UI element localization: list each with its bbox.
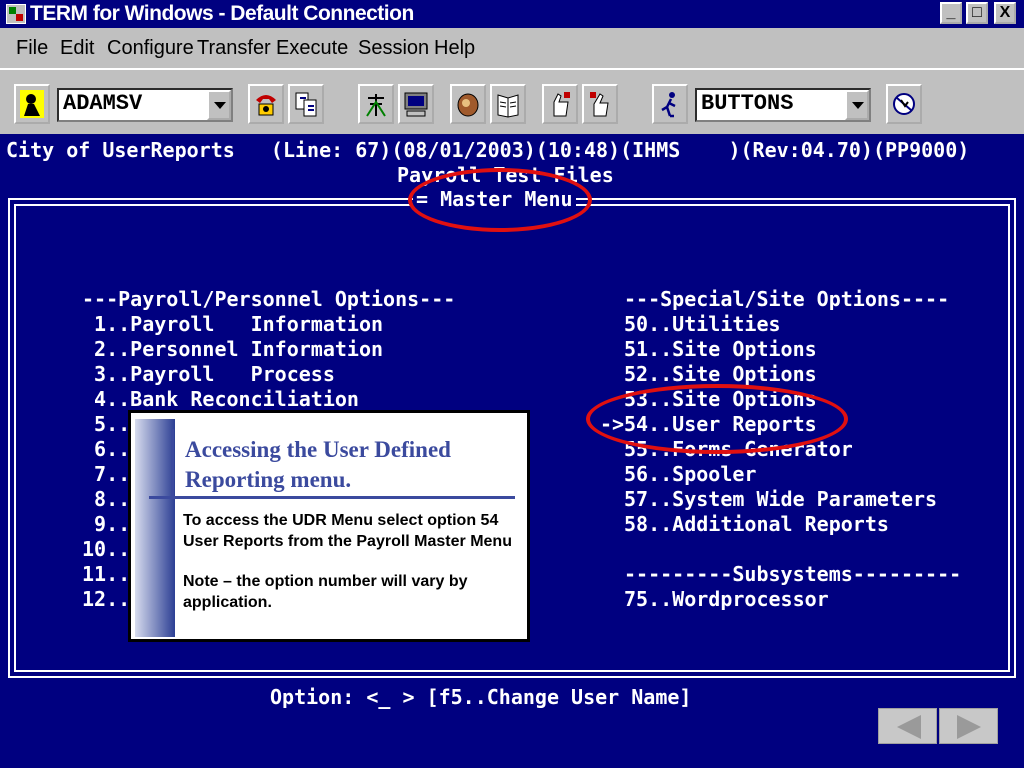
book-icon bbox=[497, 94, 519, 118]
callout-accent-bar bbox=[135, 419, 175, 637]
toolbar: ADAMSV BUTTONS bbox=[0, 68, 1024, 134]
menu-execute[interactable]: Execute bbox=[276, 37, 348, 60]
user-reports-highlight bbox=[586, 384, 848, 454]
menu-configure[interactable]: Configure bbox=[107, 37, 194, 60]
send-button[interactable] bbox=[542, 84, 578, 124]
left-option-1[interactable]: 1..Payroll Information bbox=[82, 312, 383, 336]
master-menu-highlight bbox=[408, 168, 592, 232]
terminal-button[interactable] bbox=[398, 84, 434, 124]
right-options-header: ---Special/Site Options---- bbox=[624, 287, 950, 311]
menu-help[interactable]: Help bbox=[434, 37, 475, 60]
stop-icon bbox=[893, 93, 915, 115]
callout-box: Accessing the User Defined Reporting men… bbox=[128, 410, 530, 642]
next-button[interactable] bbox=[939, 708, 998, 744]
runner-icon bbox=[661, 92, 676, 118]
right-option-52[interactable]: 52..Site Options bbox=[624, 362, 817, 386]
previous-button[interactable] bbox=[878, 708, 937, 744]
user-button[interactable] bbox=[14, 84, 50, 124]
user-select[interactable]: ADAMSV bbox=[57, 88, 233, 122]
left-option-5[interactable]: 5.. bbox=[82, 412, 130, 436]
right-option-50[interactable]: 50..Utilities bbox=[624, 312, 781, 336]
callout-instructions: To access the UDR Menu select option 54 … bbox=[183, 512, 512, 550]
menu-edit[interactable]: Edit bbox=[60, 37, 94, 60]
buttons-select[interactable]: BUTTONS bbox=[695, 88, 871, 122]
chevron-down-icon[interactable] bbox=[207, 90, 231, 120]
callout-note: Note – the option number will vary by ap… bbox=[183, 573, 468, 611]
capture-button[interactable] bbox=[450, 84, 486, 124]
stop-button[interactable] bbox=[886, 84, 922, 124]
callout-body: To access the UDR Menu select option 54 … bbox=[183, 511, 517, 613]
callout-title: Accessing the User Defined Reporting men… bbox=[185, 437, 451, 492]
arrow-right-icon bbox=[957, 715, 981, 739]
menu-bar: File Edit Configure Transfer Execute Ses… bbox=[0, 28, 1024, 68]
subsystems-header: ---------Subsystems--------- bbox=[624, 562, 962, 586]
left-option-8[interactable]: 8.. bbox=[82, 487, 130, 511]
chevron-down-icon[interactable] bbox=[845, 90, 869, 120]
left-option-11[interactable]: 11.. bbox=[82, 562, 130, 586]
maximize-button[interactable]: □ bbox=[966, 2, 988, 24]
right-option-57[interactable]: 57..System Wide Parameters bbox=[624, 487, 937, 511]
left-option-3[interactable]: 3..Payroll Process bbox=[82, 362, 335, 386]
run-button[interactable] bbox=[652, 84, 688, 124]
close-button[interactable]: X bbox=[994, 2, 1016, 24]
menu-session[interactable]: Session bbox=[358, 37, 429, 60]
buttons-select-value: BUTTONS bbox=[701, 91, 794, 116]
phone-icon bbox=[256, 95, 276, 116]
window-title: TERM for Windows - Default Connection bbox=[30, 2, 414, 25]
slide-navigation bbox=[878, 708, 1000, 744]
left-option-4[interactable]: 4..Bank Reconciliation bbox=[82, 387, 359, 411]
left-option-2[interactable]: 2..Personnel Information bbox=[82, 337, 383, 361]
menu-transfer[interactable]: Transfer bbox=[197, 37, 271, 60]
app-icon[interactable] bbox=[6, 4, 26, 24]
menu-file[interactable]: File bbox=[16, 37, 48, 60]
status-line: City of UserReports (Line: 67)(08/01/200… bbox=[6, 138, 970, 162]
transfer-icon bbox=[295, 92, 317, 117]
user-icon bbox=[20, 90, 44, 118]
receive-button[interactable] bbox=[582, 84, 618, 124]
antenna-icon bbox=[366, 94, 386, 117]
hand-point-icon bbox=[590, 92, 609, 117]
right-option-58[interactable]: 58..Additional Reports bbox=[624, 512, 889, 536]
connect-button[interactable] bbox=[358, 84, 394, 124]
arrow-left-icon bbox=[897, 715, 921, 739]
transfer-button[interactable] bbox=[288, 84, 324, 124]
title-bar: TERM for Windows - Default Connection _ … bbox=[0, 0, 1024, 28]
left-option-10[interactable]: 10.. bbox=[82, 537, 130, 561]
option-prompt[interactable]: Option: <_ > [f5..Change User Name] bbox=[270, 685, 691, 709]
computer-icon bbox=[404, 92, 428, 117]
hand-icon bbox=[553, 92, 570, 117]
right-option-51[interactable]: 51..Site Options bbox=[624, 337, 817, 361]
user-select-value: ADAMSV bbox=[63, 91, 143, 116]
minimize-button[interactable]: _ bbox=[940, 2, 962, 24]
glove-icon bbox=[457, 93, 479, 117]
left-option-9[interactable]: 9.. bbox=[82, 512, 130, 536]
subsystem-option-75[interactable]: 75..Wordprocessor bbox=[624, 587, 829, 611]
book-button[interactable] bbox=[490, 84, 526, 124]
left-option-6[interactable]: 6.. bbox=[82, 437, 130, 461]
dial-button[interactable] bbox=[248, 84, 284, 124]
right-option-56[interactable]: 56..Spooler bbox=[624, 462, 756, 486]
left-option-7[interactable]: 7.. bbox=[82, 462, 130, 486]
left-options-header: ---Payroll/Personnel Options--- bbox=[82, 287, 456, 311]
callout-divider-horizontal bbox=[149, 496, 515, 499]
left-option-12[interactable]: 12.. bbox=[82, 587, 130, 611]
callout-divider-vertical bbox=[171, 429, 174, 497]
